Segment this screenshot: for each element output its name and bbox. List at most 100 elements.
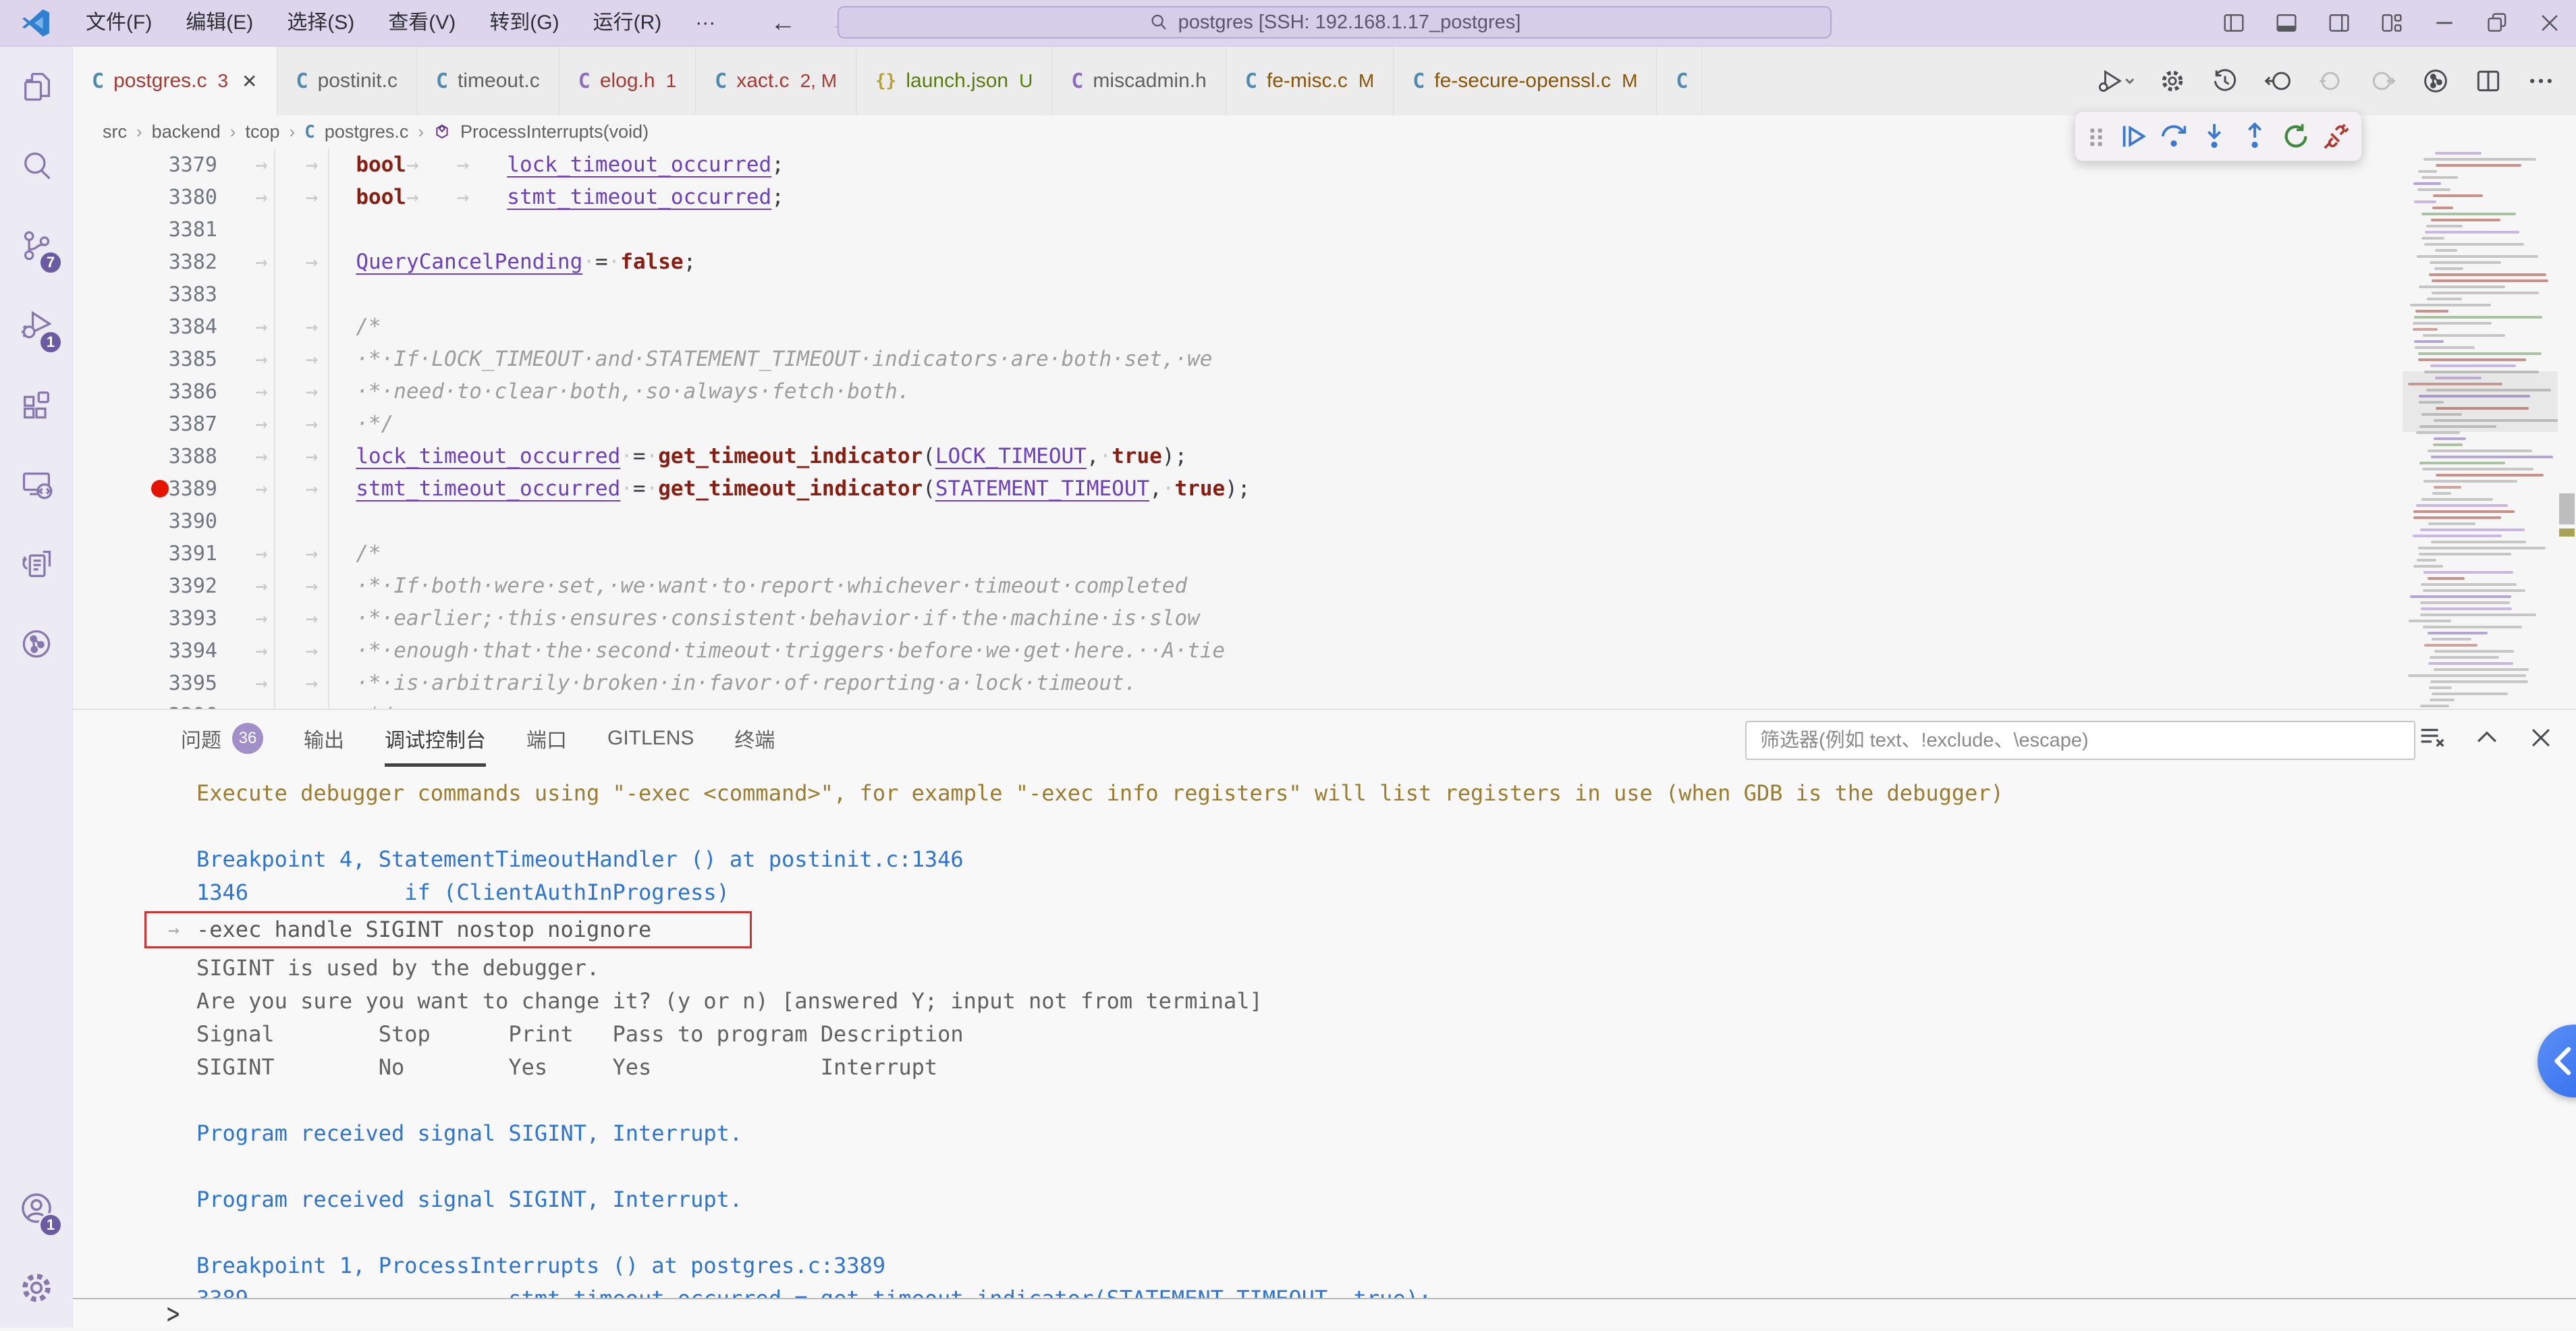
console-line[interactable] [73, 1150, 2576, 1183]
code-editor[interactable]: 3379→ → bool→ → lock_timeout_occurred;33… [73, 148, 2403, 709]
command-center-search[interactable]: postgres [SSH: 192.168.1.17_postgres] [838, 6, 1832, 38]
line-number[interactable]: 3390 [73, 510, 255, 533]
console-line[interactable]: -exec handle SIGINT nostop noignore→ [144, 911, 752, 948]
history-back-button[interactable]: ← [770, 9, 796, 38]
menu-item[interactable]: 转到(G) [472, 0, 576, 46]
debug-continue-icon[interactable] [2118, 121, 2149, 152]
panel-tab[interactable]: 输出 [304, 710, 344, 767]
code-line[interactable]: 3396→ → ·*/ [73, 699, 2403, 709]
split-editor-icon[interactable] [2473, 66, 2503, 96]
scrollbar-thumb[interactable] [2559, 493, 2575, 524]
line-number[interactable]: 3391 [73, 542, 255, 566]
line-number[interactable]: 3387 [73, 412, 255, 436]
console-line[interactable]: 3389 stmt_timeout_occurred = get_timeout… [73, 1282, 2576, 1298]
drag-handle-icon[interactable] [2085, 125, 2108, 148]
line-number[interactable]: 3381 [73, 218, 255, 242]
debug-step-into-icon[interactable] [2199, 121, 2230, 152]
editor-tab[interactable]: Ctimeout.c [417, 47, 559, 115]
line-number[interactable]: 3392 [73, 574, 255, 598]
menu-item[interactable]: 编辑(E) [169, 0, 270, 46]
debug-step-over-icon[interactable] [2158, 121, 2189, 152]
console-line[interactable]: Signal Stop Print Pass to program Descri… [73, 1018, 2576, 1051]
panel-tab[interactable]: GITLENS [607, 710, 694, 767]
toggle-panel-icon[interactable] [2260, 0, 2313, 46]
open-changes-back-icon[interactable] [2263, 66, 2293, 96]
close-panel-icon[interactable] [2526, 723, 2556, 753]
line-number[interactable]: 3380 [73, 186, 255, 209]
toggle-sidebar-icon[interactable] [2208, 0, 2260, 46]
console-line[interactable]: SIGINT is used by the debugger. [73, 952, 2576, 985]
git-graph-icon[interactable] [2421, 66, 2450, 96]
breakpoint-icon[interactable] [151, 480, 169, 497]
console-line[interactable]: Program received signal SIGINT, Interrup… [73, 1117, 2576, 1150]
close-window-button[interactable] [2523, 0, 2576, 46]
panel-tab[interactable]: 问题36 [181, 710, 263, 767]
menu-item[interactable]: 选择(S) [270, 0, 371, 46]
timeline-history-icon[interactable] [2210, 66, 2240, 96]
extensions-icon[interactable] [0, 365, 72, 445]
settings-gear-icon[interactable] [0, 1248, 72, 1328]
menu-item[interactable]: 文件(F) [69, 0, 169, 46]
code-line[interactable]: 3379→ → bool→ → lock_timeout_occurred; [73, 148, 2403, 181]
debug-run-menu-icon[interactable] [2095, 66, 2135, 96]
line-number[interactable]: 3384 [73, 315, 255, 339]
console-line[interactable]: Program received signal SIGINT, Interrup… [73, 1183, 2576, 1216]
debug-console-output[interactable]: Execute debugger commands using "-exec <… [73, 773, 2576, 1298]
line-number[interactable]: 3389 [73, 477, 255, 501]
code-line[interactable]: 3395→ → ·*·is·arbitrarily·broken·in·favo… [73, 667, 2403, 699]
editor-tab[interactable]: Cxact.c2, M [696, 47, 856, 115]
code-line[interactable]: 3382→ → QueryCancelPending·=·false; [73, 246, 2403, 278]
toggle-secondary-sidebar-icon[interactable] [2313, 0, 2365, 46]
debug-disconnect-icon[interactable] [2321, 121, 2352, 152]
debug-console-input[interactable]: > [73, 1298, 2576, 1328]
remote-explorer-icon[interactable] [0, 445, 72, 524]
line-number[interactable]: 3394 [73, 639, 255, 663]
line-number[interactable]: 3379 [73, 153, 255, 177]
line-number[interactable]: 3393 [73, 607, 255, 630]
console-line[interactable]: Breakpoint 1, ProcessInterrupts () at po… [73, 1249, 2576, 1282]
line-number[interactable]: 3396 [73, 704, 255, 709]
code-line[interactable]: 3383 [73, 278, 2403, 310]
line-number[interactable]: 3395 [73, 672, 255, 695]
editor-tab[interactable]: {}launch.jsonU [856, 47, 1052, 115]
restore-button[interactable] [2471, 0, 2523, 46]
code-line[interactable]: 3389→ → stmt_timeout_occurred·=·get_time… [73, 472, 2403, 505]
code-line[interactable]: 3392→ → ·*·If·both·were·set,·we·want·to·… [73, 570, 2403, 602]
line-number[interactable]: 3382 [73, 250, 255, 274]
minimap-viewport[interactable] [2403, 371, 2558, 432]
line-number[interactable]: 3386 [73, 380, 255, 404]
explorer-icon[interactable] [0, 47, 72, 126]
menu-item[interactable]: 运行(R) [576, 0, 679, 46]
menu-item[interactable]: ··· [678, 0, 732, 46]
console-line[interactable] [73, 1216, 2576, 1249]
close-icon[interactable]: ✕ [242, 70, 257, 92]
line-number[interactable]: 3388 [73, 445, 255, 468]
console-filter-input[interactable] [1745, 721, 2415, 760]
console-line[interactable]: SIGINT No Yes Yes Interrupt [73, 1051, 2576, 1084]
editor-tab[interactable]: Cfe-misc.cM [1226, 47, 1394, 115]
console-line[interactable] [73, 810, 2576, 843]
console-line[interactable] [73, 1084, 2576, 1117]
code-line[interactable]: 3388→ → lock_timeout_occurred·=·get_time… [73, 440, 2403, 472]
code-line[interactable]: 3387→ → ·*/ [73, 408, 2403, 440]
editor-tab[interactable]: Celog.h1 [559, 47, 696, 115]
menu-item[interactable]: 查看(V) [371, 0, 472, 46]
run-and-debug-icon[interactable]: 1 [0, 286, 72, 365]
debug-step-out-icon[interactable] [2239, 121, 2270, 152]
code-line[interactable]: 3390 [73, 505, 2403, 537]
prev-change-icon[interactable] [2315, 66, 2345, 96]
editor-tab[interactable]: C [1657, 47, 1702, 115]
file-history-icon[interactable] [0, 524, 72, 604]
editor-tab[interactable]: Cpostgres.c3✕ [73, 47, 277, 115]
debug-restart-icon[interactable] [2280, 121, 2311, 152]
editor-tab[interactable]: Cpostinit.c [277, 47, 417, 115]
breadcrumb-item[interactable]: src [103, 121, 127, 142]
customize-layout-icon[interactable] [2365, 0, 2418, 46]
source-control-icon[interactable]: 7 [0, 206, 72, 286]
settings-gear-icon[interactable] [2158, 66, 2187, 96]
breadcrumb-item[interactable]: tcop [245, 121, 279, 142]
code-line[interactable]: 3381 [73, 213, 2403, 246]
breadcrumb-item[interactable]: backend [152, 121, 221, 142]
console-line[interactable]: 1346 if (ClientAuthInProgress) [73, 876, 2576, 909]
breadcrumb-item[interactable]: ProcessInterrupts(void) [460, 121, 649, 142]
